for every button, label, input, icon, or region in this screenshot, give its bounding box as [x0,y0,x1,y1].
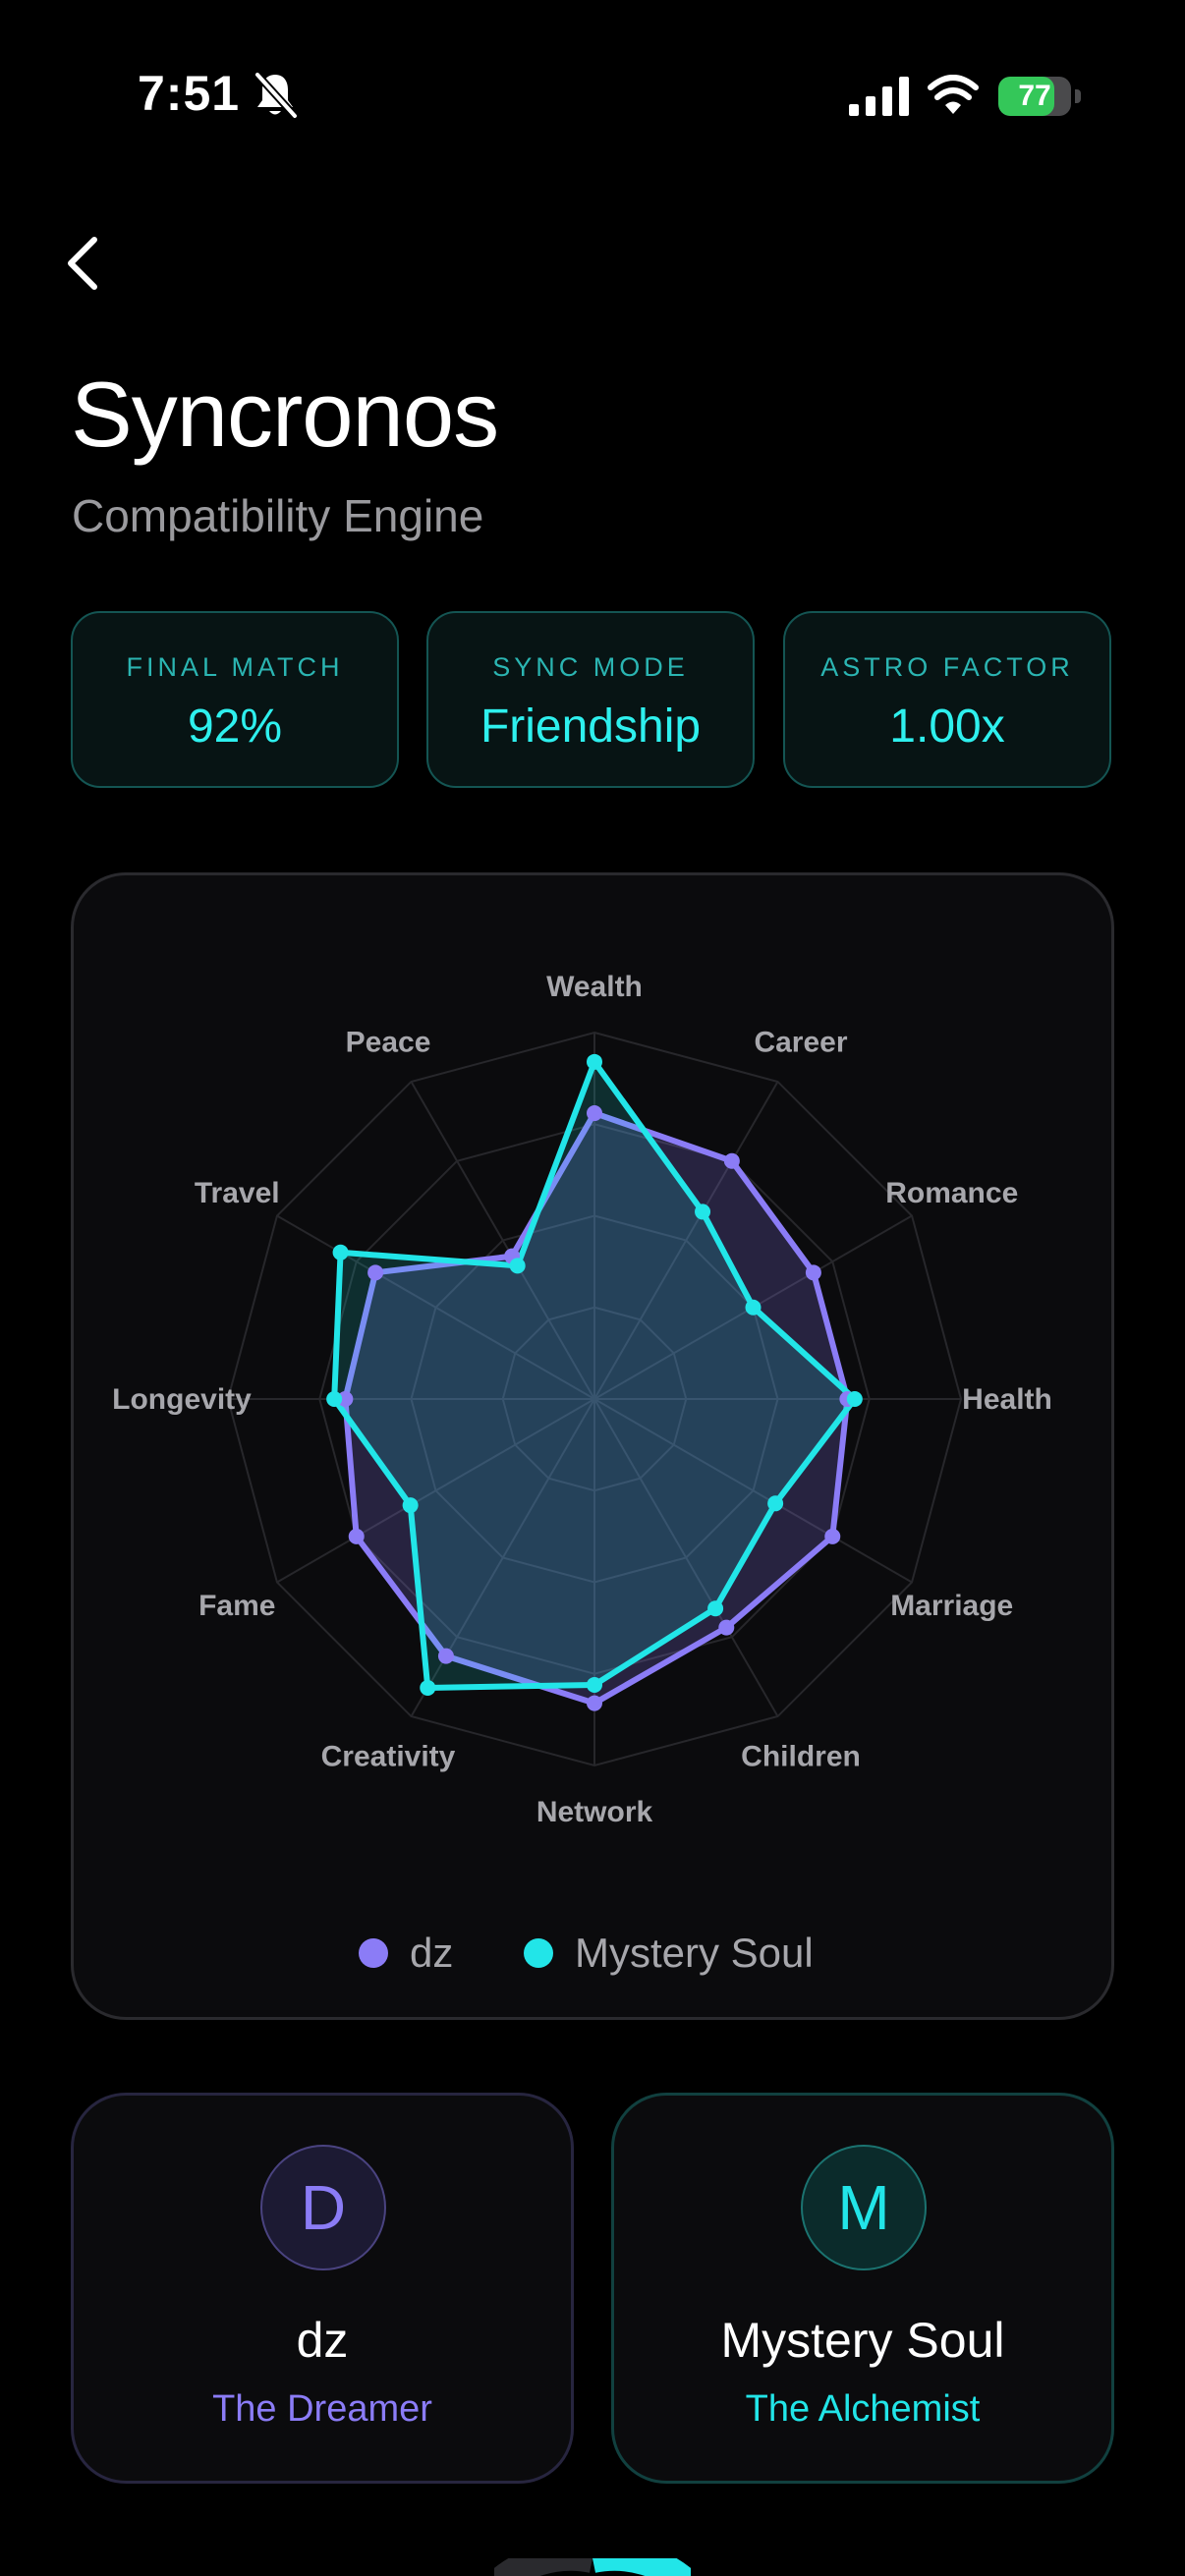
radar-data-point [437,1648,454,1664]
radar-data-point [723,1152,740,1169]
chart-legend: dz Mystery Soul [74,1919,1117,1988]
radar-axis-label: Marriage [890,1590,1013,1622]
wifi-icon [928,75,979,114]
battery-tip [1075,89,1081,103]
profile-name: Mystery Soul [720,2313,1005,2368]
radar-data-point [824,1528,841,1544]
radar-data-point [367,1264,384,1281]
radar-data-point [707,1600,724,1617]
astro-factor-value: 1.00x [889,700,1005,753]
battery-indicator: 77 [998,77,1083,116]
profile-card-mystery-soul[interactable]: M Mystery Soul The Alchemist [611,2093,1114,2484]
radar-data-point [587,1695,602,1711]
avatar: D [260,2145,386,2270]
sync-mode-value: Friendship [480,700,702,753]
radar-data-point [326,1391,343,1407]
radar-chart-card: Wealth Career Romance Health Marriage Childre… [71,872,1114,2020]
legend-item-dz: dz [359,1919,453,1988]
back-chevron-icon[interactable] [59,228,114,299]
profile-name: dz [296,2313,349,2368]
radar-data-point [767,1495,784,1512]
battery-level: 77 [1018,80,1051,112]
final-match-label: FINAL MATCH [126,652,344,682]
astro-factor-label: ASTRO FACTOR [820,652,1074,682]
radar-chart: Wealth Career Romance Health Marriage Childre… [112,971,1052,1828]
page-subtitle: Compatibility Engine [72,490,484,541]
radar-axis-label: Longevity [112,1383,252,1416]
match-ring-partial [494,2558,691,2576]
cellular-signal-icon [849,77,909,116]
profile-card-dz[interactable]: D dz The Dreamer [71,2093,574,2484]
radar-data-point [718,1619,735,1636]
bell-muted-icon [254,72,298,119]
sync-mode-label: SYNC MODE [492,652,689,682]
battery-icon: 77 [998,77,1071,116]
radar-data-point [587,1105,602,1122]
status-bar: 7:51 77 [0,0,1185,196]
radar-data-point [587,1676,602,1693]
radar-data-point [587,1053,602,1070]
sync-mode-card: SYNC MODE Friendship [426,611,755,788]
radar-axis-label: Creativity [321,1741,456,1773]
legend-label-dz: dz [410,1930,454,1976]
radar-data-point [402,1497,419,1514]
radar-data-point [509,1258,526,1274]
avatar: M [801,2145,927,2270]
radar-data-point [805,1264,821,1281]
radar-axis-label: Fame [198,1590,275,1622]
radar-data-point [745,1299,762,1316]
legend-dot-mystery-soul [524,1938,553,1968]
radar-data-point [332,1244,349,1260]
radar-data-point [695,1204,711,1220]
profile-archetype: The Alchemist [745,2388,981,2430]
radar-axis-label: Peace [346,1026,431,1058]
radar-axis-label: Children [741,1741,861,1773]
radar-axis-label: Romance [885,1177,1018,1209]
status-time: 7:51 [138,66,241,121]
radar-axis-label: Travel [195,1177,280,1209]
radar-data-point [846,1391,863,1407]
radar-axis-label: Career [754,1026,847,1058]
radar-data-point [348,1528,365,1544]
legend-dot-dz [359,1938,388,1968]
legend-label-mystery-soul: Mystery Soul [575,1930,814,1976]
page-title: Syncronos [71,363,499,466]
radar-axis-label: Network [536,1796,653,1828]
final-match-value: 92% [187,700,283,753]
profile-archetype: The Dreamer [212,2388,432,2430]
radar-axis-label: Health [962,1383,1052,1416]
astro-factor-card: ASTRO FACTOR 1.00x [783,611,1111,788]
radar-axis-label: Wealth [546,971,643,1003]
legend-item-mystery-soul: Mystery Soul [524,1919,814,1988]
radar-data-point [420,1679,436,1696]
final-match-card: FINAL MATCH 92% [71,611,399,788]
